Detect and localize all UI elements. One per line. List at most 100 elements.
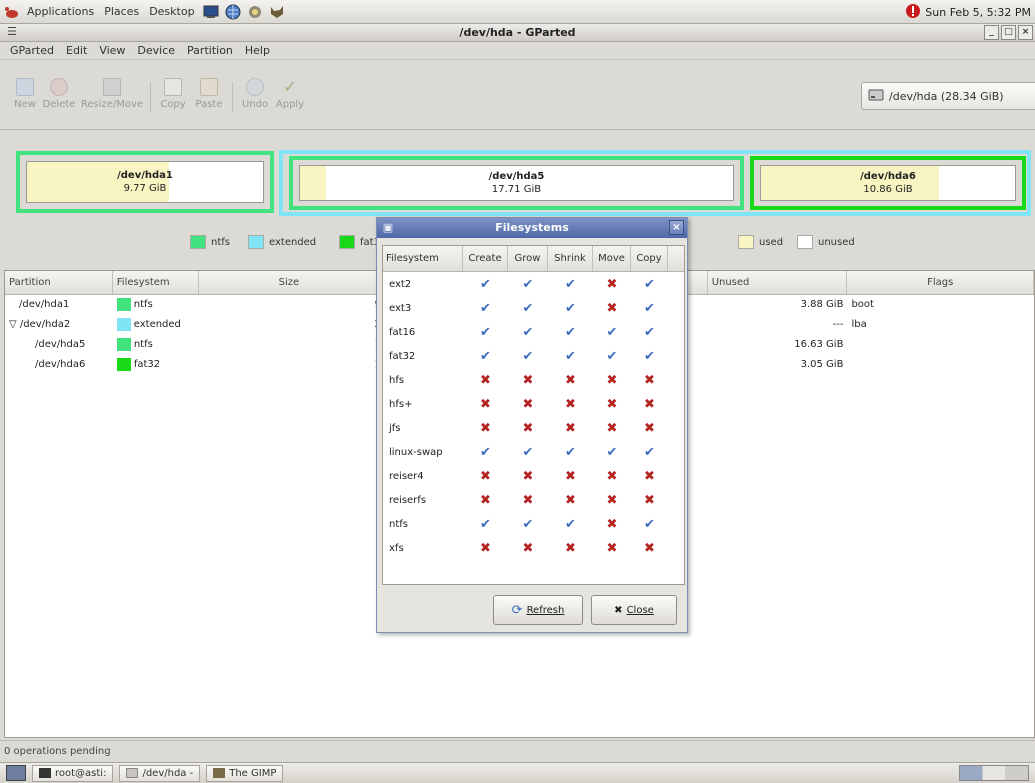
menu-partition[interactable]: Partition bbox=[181, 44, 239, 57]
refresh-button[interactable]: ⟳ Refresh bbox=[493, 595, 583, 625]
copy-button[interactable]: Copy bbox=[158, 78, 188, 118]
fs-column-header-filesystem[interactable]: Filesystem bbox=[383, 246, 463, 271]
filesystem-row[interactable]: ext3 ✔ ✔ ✔ ✖ ✔ bbox=[383, 296, 684, 320]
dialog-close-icon[interactable]: × bbox=[669, 220, 684, 235]
apply-button[interactable]: ✓ Apply bbox=[274, 78, 306, 118]
fs-column-header-grow[interactable]: Grow bbox=[508, 246, 548, 271]
expander-triangle-icon[interactable]: ▽ bbox=[9, 319, 20, 330]
minimize-button[interactable]: _ bbox=[984, 25, 999, 40]
web-browser-icon[interactable] bbox=[224, 3, 242, 21]
filesystem-row[interactable]: linux-swap ✔ ✔ ✔ ✔ ✔ bbox=[383, 440, 684, 464]
fs-column-header-shrink[interactable]: Shrink bbox=[548, 246, 593, 271]
partition-block-hda1[interactable]: /dev/hda1 9.77 GiB bbox=[16, 151, 274, 213]
new-button[interactable]: New bbox=[10, 78, 40, 118]
menu-edit[interactable]: Edit bbox=[60, 44, 93, 57]
places-menu[interactable]: Places bbox=[99, 5, 144, 18]
filesystem-row[interactable]: reiser4 ✖ ✖ ✖ ✖ ✖ bbox=[383, 464, 684, 488]
delete-button[interactable]: Delete bbox=[42, 78, 76, 118]
gimp-launcher-icon[interactable] bbox=[268, 3, 286, 21]
column-header-partition[interactable]: Partition bbox=[5, 271, 113, 294]
network-monitor-icon[interactable] bbox=[202, 3, 220, 21]
task-gparted[interactable]: /dev/hda - bbox=[119, 764, 201, 782]
paste-icon bbox=[200, 78, 218, 96]
clock[interactable]: Sun Feb 5, 5:32 PM bbox=[925, 6, 1031, 19]
clock-area: Sun Feb 5, 5:32 PM bbox=[905, 0, 1035, 24]
undo-button[interactable]: Undo bbox=[240, 78, 270, 118]
partition-name: /dev/hda6 bbox=[860, 171, 916, 182]
fs-column-header-copy[interactable]: Copy bbox=[631, 246, 668, 271]
filesystem-row[interactable]: reiserfs ✖ ✖ ✖ ✖ ✖ bbox=[383, 488, 684, 512]
pending-operations-status: 0 operations pending bbox=[4, 746, 111, 757]
menu-help[interactable]: Help bbox=[239, 44, 276, 57]
maximize-button[interactable]: □ bbox=[1001, 25, 1016, 40]
unsupported-cross-icon: ✖ bbox=[606, 540, 618, 556]
dialog-title: Filesystems bbox=[495, 221, 569, 234]
paste-button[interactable]: Paste bbox=[194, 78, 224, 118]
filesystem-name: ntfs bbox=[389, 518, 408, 530]
fs-column-header-move[interactable]: Move bbox=[593, 246, 631, 271]
filesystem-row[interactable]: ext2 ✔ ✔ ✔ ✖ ✔ bbox=[383, 272, 684, 296]
window-menu-icon[interactable]: ☰ bbox=[6, 26, 18, 38]
supported-check-icon: ✔ bbox=[480, 348, 491, 364]
menu-view[interactable]: View bbox=[93, 44, 131, 57]
filesystems-dialog: ▣ Filesystems × Filesystem Create Grow Shri… bbox=[376, 217, 688, 633]
flags-cell bbox=[847, 355, 1034, 375]
supported-check-icon: ✔ bbox=[565, 324, 576, 340]
menu-device[interactable]: Device bbox=[131, 44, 181, 57]
task-terminal[interactable]: root@asti: bbox=[32, 764, 114, 782]
menu-gparted[interactable]: GParted bbox=[4, 44, 60, 57]
flags-cell: boot bbox=[851, 299, 874, 310]
supported-check-icon: ✔ bbox=[522, 276, 534, 292]
partition-cell: /dev/hda1 bbox=[19, 299, 70, 310]
update-alert-icon[interactable] bbox=[905, 3, 921, 22]
filesystem-name: linux-swap bbox=[389, 446, 443, 458]
filesystem-row[interactable]: fat16 ✔ ✔ ✔ ✔ ✔ bbox=[383, 320, 684, 344]
filesystem-row[interactable]: hfs+ ✖ ✖ ✖ ✖ ✖ bbox=[383, 392, 684, 416]
show-desktop-icon[interactable] bbox=[6, 765, 26, 781]
partition-block-hda6[interactable]: /dev/hda6 10.86 GiB bbox=[750, 156, 1026, 210]
column-header-unused[interactable]: Unused bbox=[708, 271, 848, 294]
window-titlebar[interactable]: ☰ /dev/hda - GParted _ □ × bbox=[0, 24, 1035, 42]
close-button[interactable]: ✖ Close bbox=[591, 595, 677, 625]
device-selector[interactable]: /dev/hda (28.34 GiB) bbox=[861, 82, 1035, 110]
unsupported-cross-icon: ✖ bbox=[480, 540, 491, 556]
filesystem-name: ext3 bbox=[389, 302, 412, 314]
unsupported-cross-icon: ✖ bbox=[522, 372, 534, 388]
partition-block-hda5[interactable]: /dev/hda5 17.71 GiB bbox=[289, 156, 744, 210]
filesystem-row[interactable]: jfs ✖ ✖ ✖ ✖ ✖ bbox=[383, 416, 684, 440]
supported-check-icon: ✔ bbox=[606, 348, 618, 364]
supported-check-icon: ✔ bbox=[480, 300, 491, 316]
unsupported-cross-icon: ✖ bbox=[565, 396, 576, 412]
email-client-icon[interactable] bbox=[246, 3, 264, 21]
desktop-menu[interactable]: Desktop bbox=[144, 5, 199, 18]
task-gimp[interactable]: The GIMP bbox=[206, 764, 284, 782]
partition-graphic: /dev/hda1 9.77 GiB /dev/hda5 17.71 GiB /de… bbox=[0, 131, 1035, 231]
copy-icon bbox=[164, 78, 182, 96]
legend-item-unused: unused bbox=[797, 235, 855, 249]
gnome-foot-icon[interactable] bbox=[2, 3, 20, 21]
dialog-titlebar[interactable]: ▣ Filesystems × bbox=[377, 218, 687, 238]
workspace-switcher[interactable] bbox=[959, 765, 1029, 781]
partition-name: /dev/hda5 bbox=[488, 171, 545, 182]
legend-swatch bbox=[248, 235, 264, 249]
supported-check-icon: ✔ bbox=[565, 276, 576, 292]
unsupported-cross-icon: ✖ bbox=[480, 396, 491, 412]
supported-check-icon: ✔ bbox=[480, 276, 491, 292]
filesystem-row[interactable]: hfs ✖ ✖ ✖ ✖ ✖ bbox=[383, 368, 684, 392]
column-header-filesystem[interactable]: Filesystem bbox=[113, 271, 199, 294]
filesystem-row[interactable]: xfs ✖ ✖ ✖ ✖ ✖ bbox=[383, 536, 684, 560]
partition-size: 17.71 GiB bbox=[491, 184, 542, 195]
close-window-button[interactable]: × bbox=[1018, 25, 1033, 40]
top-panel: Applications Places Desktop Sun Feb 5, 5… bbox=[0, 0, 1035, 24]
unsupported-cross-icon: ✖ bbox=[522, 492, 534, 508]
disk-icon bbox=[868, 87, 884, 106]
applications-menu[interactable]: Applications bbox=[22, 5, 99, 18]
filesystem-row[interactable]: fat32 ✔ ✔ ✔ ✔ ✔ bbox=[383, 344, 684, 368]
unsupported-cross-icon: ✖ bbox=[565, 468, 576, 484]
fs-column-header-create[interactable]: Create bbox=[463, 246, 508, 271]
resize-move-icon bbox=[103, 78, 121, 96]
resize-move-button[interactable]: Resize/Move bbox=[81, 78, 143, 118]
gimp-icon bbox=[213, 768, 226, 778]
column-header-flags[interactable]: Flags bbox=[847, 271, 1034, 294]
filesystem-row[interactable]: ntfs ✔ ✔ ✔ ✖ ✔ bbox=[383, 512, 684, 536]
